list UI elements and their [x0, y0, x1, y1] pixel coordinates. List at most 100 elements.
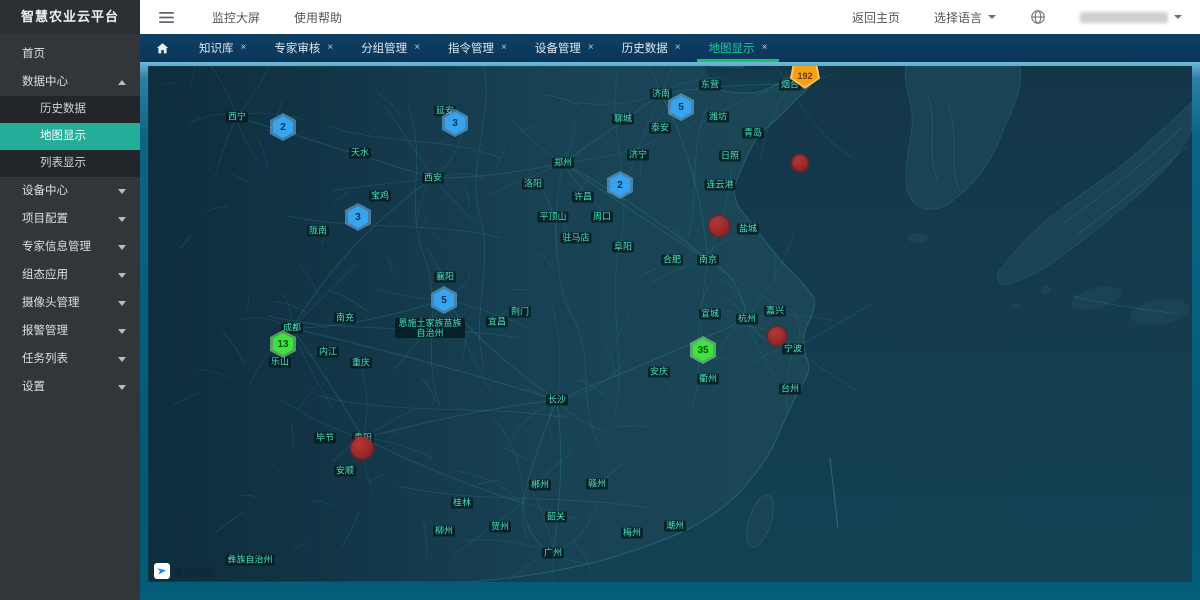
top-header: 监控大屏 使用帮助 返回主页 选择语言 — [140, 0, 1200, 35]
cluster-marker[interactable]: 2 — [270, 113, 296, 141]
sidebar-item-9[interactable]: 设置 — [0, 373, 140, 401]
cluster-marker[interactable]: 5 — [431, 286, 457, 314]
chevron-down-icon — [1174, 15, 1182, 23]
sidebar-item-label: 设备中心 — [22, 177, 68, 205]
chevron-down-icon — [118, 385, 126, 390]
monitor-screen-link[interactable]: 监控大屏 — [212, 9, 260, 26]
map-view[interactable]: 西宁延安天水宝鸡西安陇南郑州洛阳许昌平顶山周口驻马店阜阳济南东营烟台潍坊青岛泰安… — [148, 66, 1192, 582]
cluster-marker-value: 3 — [348, 206, 368, 228]
collapse-menu-icon[interactable] — [154, 5, 178, 29]
pin-marker[interactable]: 192 — [790, 66, 820, 89]
cluster-marker[interactable]: 3 — [442, 109, 468, 137]
map-attribution: 高德地图 — [154, 563, 214, 579]
tab-地图显示[interactable]: 地图显示 × — [695, 34, 782, 62]
tab-close-icon[interactable]: × — [588, 43, 594, 53]
tabs: 知识库× 专家审核 × 分组管理 × 指令管理 × 设备管理 × 历史数据 × 地图显示 × — [185, 34, 781, 62]
sidebar-item-6[interactable]: 摄像头管理 — [0, 289, 140, 317]
tab-close-icon[interactable]: × — [327, 43, 333, 53]
chevron-down-icon — [118, 357, 126, 362]
tab-bar: 知识库× 专家审核 × 分组管理 × 指令管理 × 设备管理 × 历史数据 × 地图显示 × — [140, 34, 1200, 62]
sidebar-item-label: 设置 — [22, 373, 45, 401]
home-tab-icon[interactable] — [156, 42, 169, 55]
chevron-down-icon — [118, 273, 126, 278]
tab-close-icon[interactable]: × — [675, 43, 681, 53]
device-dot-marker[interactable] — [768, 327, 786, 345]
sidebar: 智慧农业云平台 首页数据中心历史数据地图显示列表显示设备中心项目配置专家信息管理… — [0, 0, 140, 600]
sidebar-item-7[interactable]: 报警管理 — [0, 317, 140, 345]
tab-close-icon[interactable]: × — [762, 43, 768, 53]
tab-label: 分组管理 — [361, 40, 407, 56]
cluster-marker-value: 3 — [445, 112, 465, 134]
map-attribution-text: 高德地图 — [174, 564, 214, 579]
sidebar-menu: 首页数据中心历史数据地图显示列表显示设备中心项目配置专家信息管理组态应用摄像头管… — [0, 34, 140, 401]
chevron-down-icon — [118, 301, 126, 306]
tab-历史数据[interactable]: 历史数据 × — [608, 34, 695, 62]
return-home-link[interactable]: 返回主页 — [852, 9, 900, 26]
amap-plane-icon — [156, 565, 167, 576]
cluster-marker[interactable]: 3 — [345, 203, 371, 231]
pin-marker-value: 192 — [792, 66, 818, 87]
app-logo: 智慧农业云平台 — [0, 0, 140, 34]
chevron-up-icon — [118, 80, 126, 85]
cluster-marker-value: 35 — [693, 339, 713, 361]
sidebar-item-label: 项目配置 — [22, 205, 68, 233]
tab-设备管理[interactable]: 设备管理 × — [521, 34, 608, 62]
tab-label: 指令管理 — [448, 40, 494, 56]
cluster-marker-value: 5 — [434, 289, 454, 311]
chevron-down-icon — [118, 245, 126, 250]
tab-label: 专家审核 — [274, 40, 320, 56]
device-dot-marker[interactable] — [792, 155, 808, 171]
map-markers-layer: 2353251335192 — [148, 66, 1192, 582]
sidebar-subitem[interactable]: 地图显示 — [0, 123, 140, 150]
sidebar-item-3[interactable]: 项目配置 — [0, 205, 140, 233]
user-name-masked — [1080, 12, 1168, 23]
tab-分组管理[interactable]: 分组管理 × — [347, 34, 434, 62]
cluster-marker[interactable]: 35 — [690, 336, 716, 364]
sidebar-item-4[interactable]: 专家信息管理 — [0, 233, 140, 261]
chevron-down-icon — [118, 189, 126, 194]
cluster-marker-value: 13 — [273, 333, 293, 355]
cluster-marker[interactable]: 5 — [668, 93, 694, 121]
cluster-marker-value: 2 — [273, 116, 293, 138]
device-dot-marker[interactable] — [709, 216, 729, 236]
cluster-marker-value: 5 — [671, 96, 691, 118]
tab-close-icon[interactable]: × — [414, 43, 420, 53]
sidebar-item-0[interactable]: 首页 — [0, 40, 140, 68]
tab-指令管理[interactable]: 指令管理 × — [434, 34, 521, 62]
sidebar-item-label: 报警管理 — [22, 317, 68, 345]
tab-label: 地图显示 — [709, 40, 755, 56]
sidebar-item-8[interactable]: 任务列表 — [0, 345, 140, 373]
tab-知识库[interactable]: 知识库× — [185, 34, 260, 62]
tab-专家审核[interactable]: 专家审核 × — [260, 34, 347, 62]
chevron-down-icon — [118, 329, 126, 334]
sidebar-item-2[interactable]: 设备中心 — [0, 177, 140, 205]
sidebar-item-5[interactable]: 组态应用 — [0, 261, 140, 289]
user-menu[interactable] — [1080, 12, 1182, 23]
sidebar-item-1[interactable]: 数据中心 — [0, 68, 140, 96]
sidebar-subitem[interactable]: 列表显示 — [0, 150, 140, 177]
language-label: 选择语言 — [934, 9, 982, 26]
tab-label: 历史数据 — [622, 40, 668, 56]
chevron-down-icon — [988, 15, 996, 23]
app-window: 智慧农业云平台 首页数据中心历史数据地图显示列表显示设备中心项目配置专家信息管理… — [0, 0, 1200, 600]
sidebar-item-label: 数据中心 — [22, 68, 68, 96]
tab-close-icon[interactable]: × — [241, 43, 247, 53]
globe-icon[interactable] — [1026, 5, 1050, 29]
sidebar-subitem[interactable]: 历史数据 — [0, 96, 140, 123]
amap-logo-icon[interactable] — [154, 563, 170, 579]
tab-close-icon[interactable]: × — [501, 43, 507, 53]
sidebar-item-label: 摄像头管理 — [22, 289, 80, 317]
sidebar-submenu: 历史数据地图显示列表显示 — [0, 96, 140, 177]
content-area: 西宁延安天水宝鸡西安陇南郑州洛阳许昌平顶山周口驻马店阜阳济南东营烟台潍坊青岛泰安… — [140, 62, 1200, 600]
cluster-marker[interactable]: 2 — [607, 171, 633, 199]
chevron-down-icon — [118, 217, 126, 222]
language-select[interactable]: 选择语言 — [934, 9, 996, 26]
cluster-marker-value: 2 — [610, 174, 630, 196]
help-link[interactable]: 使用帮助 — [294, 9, 342, 26]
sidebar-item-label: 专家信息管理 — [22, 233, 91, 261]
device-dot-marker[interactable] — [351, 437, 373, 459]
sidebar-item-label: 任务列表 — [22, 345, 68, 373]
sidebar-item-label: 首页 — [22, 40, 45, 68]
cluster-marker[interactable]: 13 — [270, 330, 296, 358]
tab-label: 设备管理 — [535, 40, 581, 56]
